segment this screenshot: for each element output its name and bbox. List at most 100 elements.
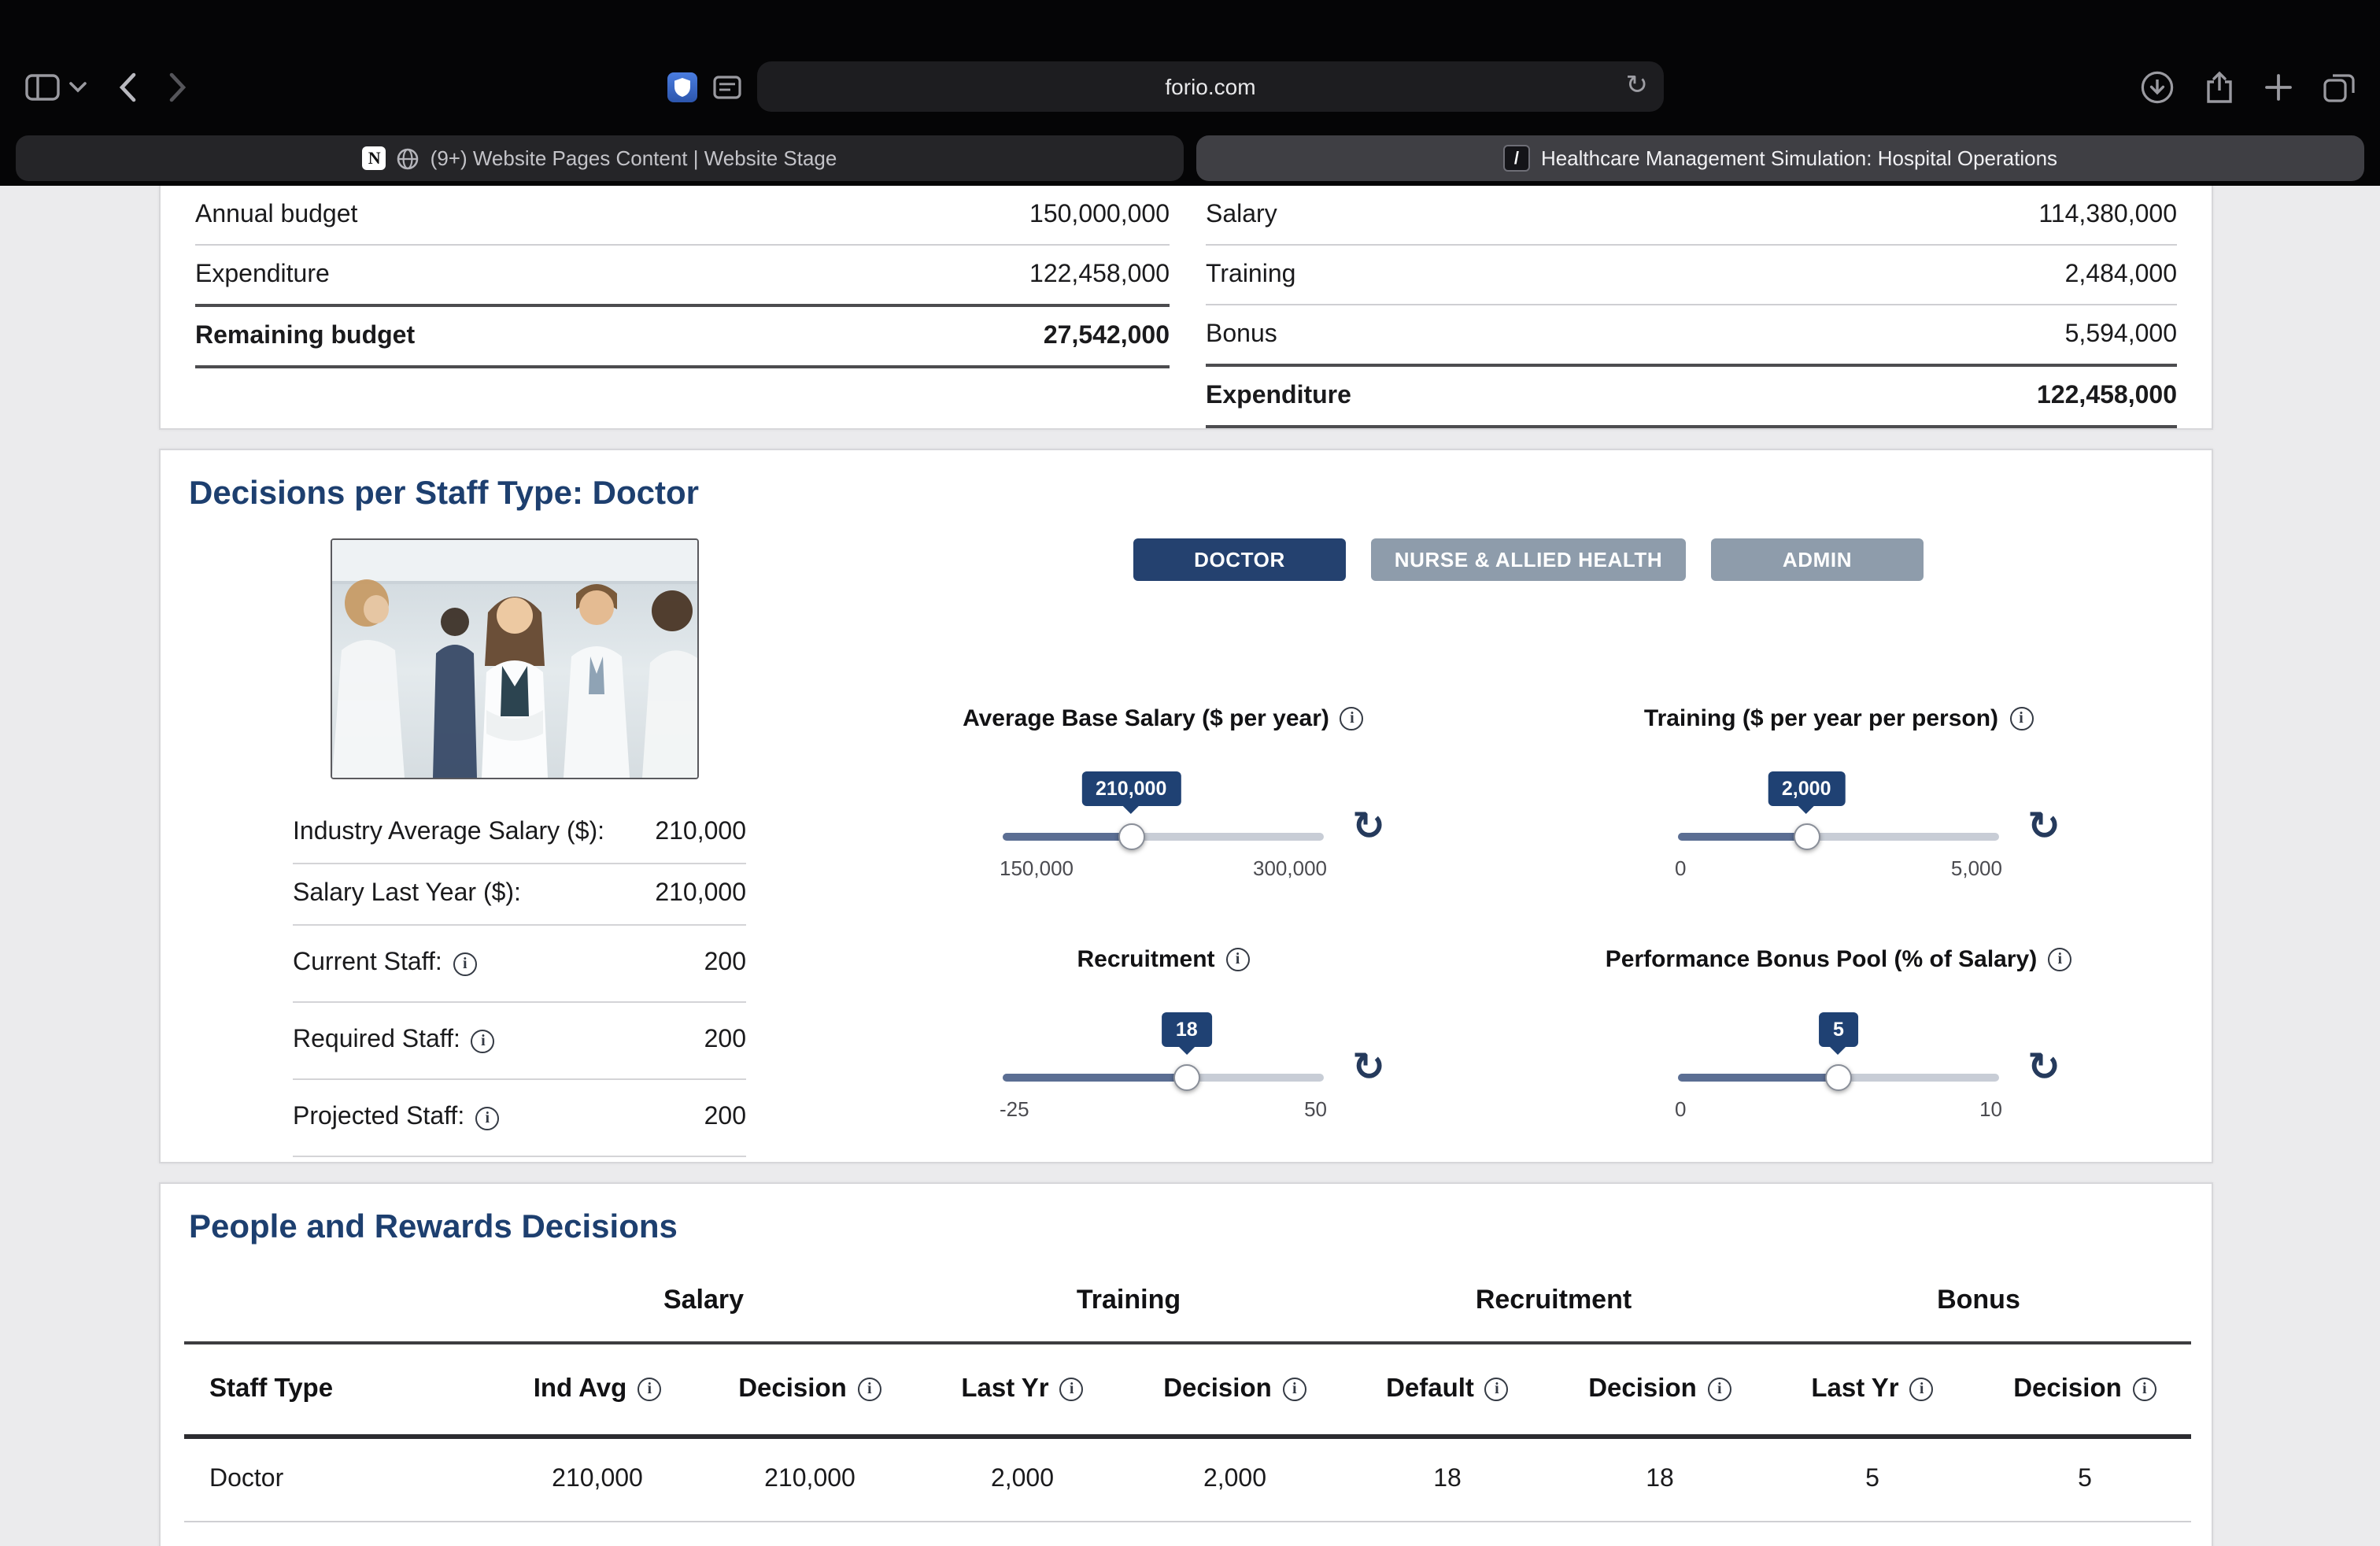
sidebar-toggle-icon[interactable]	[25, 73, 60, 100]
info-icon[interactable]: i	[1910, 1378, 1934, 1401]
slider-min-label: 150,000	[1000, 856, 1074, 880]
slider-label: Average Base Salary ($ per year)i	[833, 705, 1494, 732]
budget-value: 27,542,000	[1044, 322, 1170, 350]
budget-summary-card: Annual budget 150,000,000 Expenditure 12…	[159, 186, 2213, 430]
stat-value: 210,000	[655, 819, 746, 847]
slider-thumb[interactable]	[1118, 823, 1144, 850]
cell-value: 18	[1554, 1466, 1766, 1494]
tab-overview-icon[interactable]	[2323, 72, 2355, 102]
extension-shield-icon[interactable]	[667, 72, 697, 102]
new-tab-icon[interactable]	[2265, 73, 2292, 100]
page-content: Annual budget 150,000,000 Expenditure 12…	[0, 186, 2380, 1546]
info-icon[interactable]: i	[475, 1106, 499, 1130]
reset-icon[interactable]: ↻	[2027, 1047, 2060, 1086]
slider-max-label: 50	[1304, 1097, 1327, 1121]
budget-value: 114,380,000	[2038, 201, 2177, 229]
staff-type-tabs: DOCTOR NURSE & ALLIED HEALTH ADMIN	[1133, 538, 1924, 581]
simulation-favicon: /	[1503, 145, 1530, 172]
info-icon[interactable]: i	[453, 952, 477, 975]
people-rewards-table: Salary Training Recruitment Bonus Staff …	[184, 1259, 2191, 1546]
budget-row-total: Remaining budget 27,542,000	[195, 304, 1170, 368]
cell-value: 5	[1766, 1466, 1979, 1494]
stat-label: Required Staff:	[293, 1026, 460, 1055]
slider-thumb[interactable]	[1173, 1064, 1200, 1091]
tab-title: Healthcare Management Simulation: Hospit…	[1541, 146, 2057, 170]
decisions-title: Decisions per Staff Type: Doctor	[189, 475, 699, 513]
stat-label: Salary Last Year ($):	[293, 880, 521, 908]
column-header: Last Yri	[916, 1374, 1129, 1404]
back-button[interactable]	[118, 72, 137, 102]
tab-healthcare-sim[interactable]: / Healthcare Management Simulation: Hosp…	[1196, 135, 2364, 181]
slider-max-label: 10	[1979, 1097, 2002, 1121]
info-icon[interactable]: i	[471, 1029, 495, 1052]
slider-track[interactable]	[1003, 1074, 1324, 1082]
slider-track[interactable]	[1003, 833, 1324, 841]
info-icon[interactable]: i	[1226, 948, 1250, 971]
group-header-training: Training	[916, 1285, 1341, 1316]
share-icon[interactable]	[2205, 70, 2234, 103]
reset-icon[interactable]: ↻	[1352, 806, 1385, 845]
budget-row: Salary 114,380,000	[1206, 186, 2177, 246]
globe-icon	[397, 147, 419, 169]
slider-value-badge: 2,000	[1768, 771, 1846, 806]
stat-value: 210,000	[655, 880, 746, 908]
staff-stats-list: Industry Average Salary ($): 210,000 Sal…	[293, 803, 746, 1157]
slider-thumb[interactable]	[1793, 823, 1820, 850]
stat-row-industry-average-salary: Industry Average Salary ($): 210,000	[293, 803, 746, 864]
column-header: Decisioni	[1129, 1374, 1341, 1404]
table-row-nurse-allied-health: Nurse & Allied Health 70,000 70,000 2,00…	[184, 1522, 2191, 1546]
info-icon[interactable]: i	[2009, 707, 2033, 730]
column-header: Last Yri	[1766, 1374, 1979, 1404]
info-icon[interactable]: i	[1340, 707, 1364, 730]
slider-min-label: -25	[1000, 1097, 1029, 1121]
slider-value-badge: 18	[1162, 1012, 1212, 1047]
info-icon[interactable]: i	[2048, 948, 2071, 971]
stat-value: 200	[704, 1104, 746, 1132]
slider-label: Performance Bonus Pool (% of Salary)i	[1508, 946, 2169, 973]
screen: forio.com ↻ N	[0, 0, 2380, 1546]
budget-value: 5,594,000	[2065, 320, 2177, 349]
info-icon[interactable]: i	[1060, 1378, 1084, 1401]
slider-min-label: 0	[1675, 1097, 1686, 1121]
reset-icon[interactable]: ↻	[2027, 806, 2060, 845]
slider-label: Training ($ per year per person)i	[1508, 705, 2169, 732]
info-icon[interactable]: i	[638, 1378, 661, 1401]
info-icon[interactable]: i	[1708, 1378, 1731, 1401]
budget-value: 122,458,000	[2037, 382, 2177, 410]
reset-icon[interactable]: ↻	[1352, 1047, 1385, 1086]
staff-photo	[331, 538, 699, 779]
staff-tab-admin[interactable]: ADMIN	[1711, 538, 1924, 581]
cell-value: 2,000	[916, 1466, 1129, 1494]
page-settings-icon[interactable]	[713, 75, 741, 98]
budget-value: 2,484,000	[2065, 261, 2177, 289]
budget-label: Bonus	[1206, 320, 1277, 349]
budget-table-left: Annual budget 150,000,000 Expenditure 12…	[195, 186, 1170, 428]
budget-value: 122,458,000	[1029, 261, 1170, 289]
slider-max-label: 300,000	[1253, 856, 1327, 880]
browser-toolbar: forio.com ↻	[0, 47, 2380, 126]
info-icon[interactable]: i	[858, 1378, 881, 1401]
staff-tab-doctor[interactable]: DOCTOR	[1133, 538, 1346, 581]
info-icon[interactable]: i	[1485, 1378, 1509, 1401]
cell-value: 210,000	[704, 1466, 916, 1494]
table-row-doctor: Doctor 210,000 210,000 2,000 2,000 18 18…	[184, 1439, 2191, 1522]
cell-value: 18	[1341, 1466, 1554, 1494]
info-icon[interactable]: i	[1283, 1378, 1306, 1401]
budget-label: Salary	[1206, 201, 1277, 229]
slider-track[interactable]	[1678, 833, 1999, 841]
slider-value-badge: 210,000	[1081, 771, 1181, 806]
chevron-down-icon[interactable]	[69, 81, 87, 92]
budget-value: 150,000,000	[1029, 201, 1170, 229]
address-bar[interactable]: forio.com ↻	[757, 61, 1664, 112]
forward-button[interactable]	[168, 72, 187, 102]
tab-website-pages[interactable]: N (9+) Website Pages Content | Website S…	[16, 135, 1184, 181]
budget-label: Expenditure	[195, 261, 330, 289]
slider-thumb[interactable]	[1825, 1064, 1852, 1091]
downloads-icon[interactable]	[2141, 70, 2174, 103]
info-icon[interactable]: i	[2133, 1378, 2156, 1401]
budget-row-total: Expenditure 122,458,000	[1206, 364, 2177, 428]
stat-label: Industry Average Salary ($):	[293, 819, 604, 847]
reload-icon[interactable]: ↻	[1626, 70, 1649, 102]
stat-label: Projected Staff:	[293, 1104, 464, 1132]
staff-tab-nurse-allied-health[interactable]: NURSE & ALLIED HEALTH	[1371, 538, 1686, 581]
